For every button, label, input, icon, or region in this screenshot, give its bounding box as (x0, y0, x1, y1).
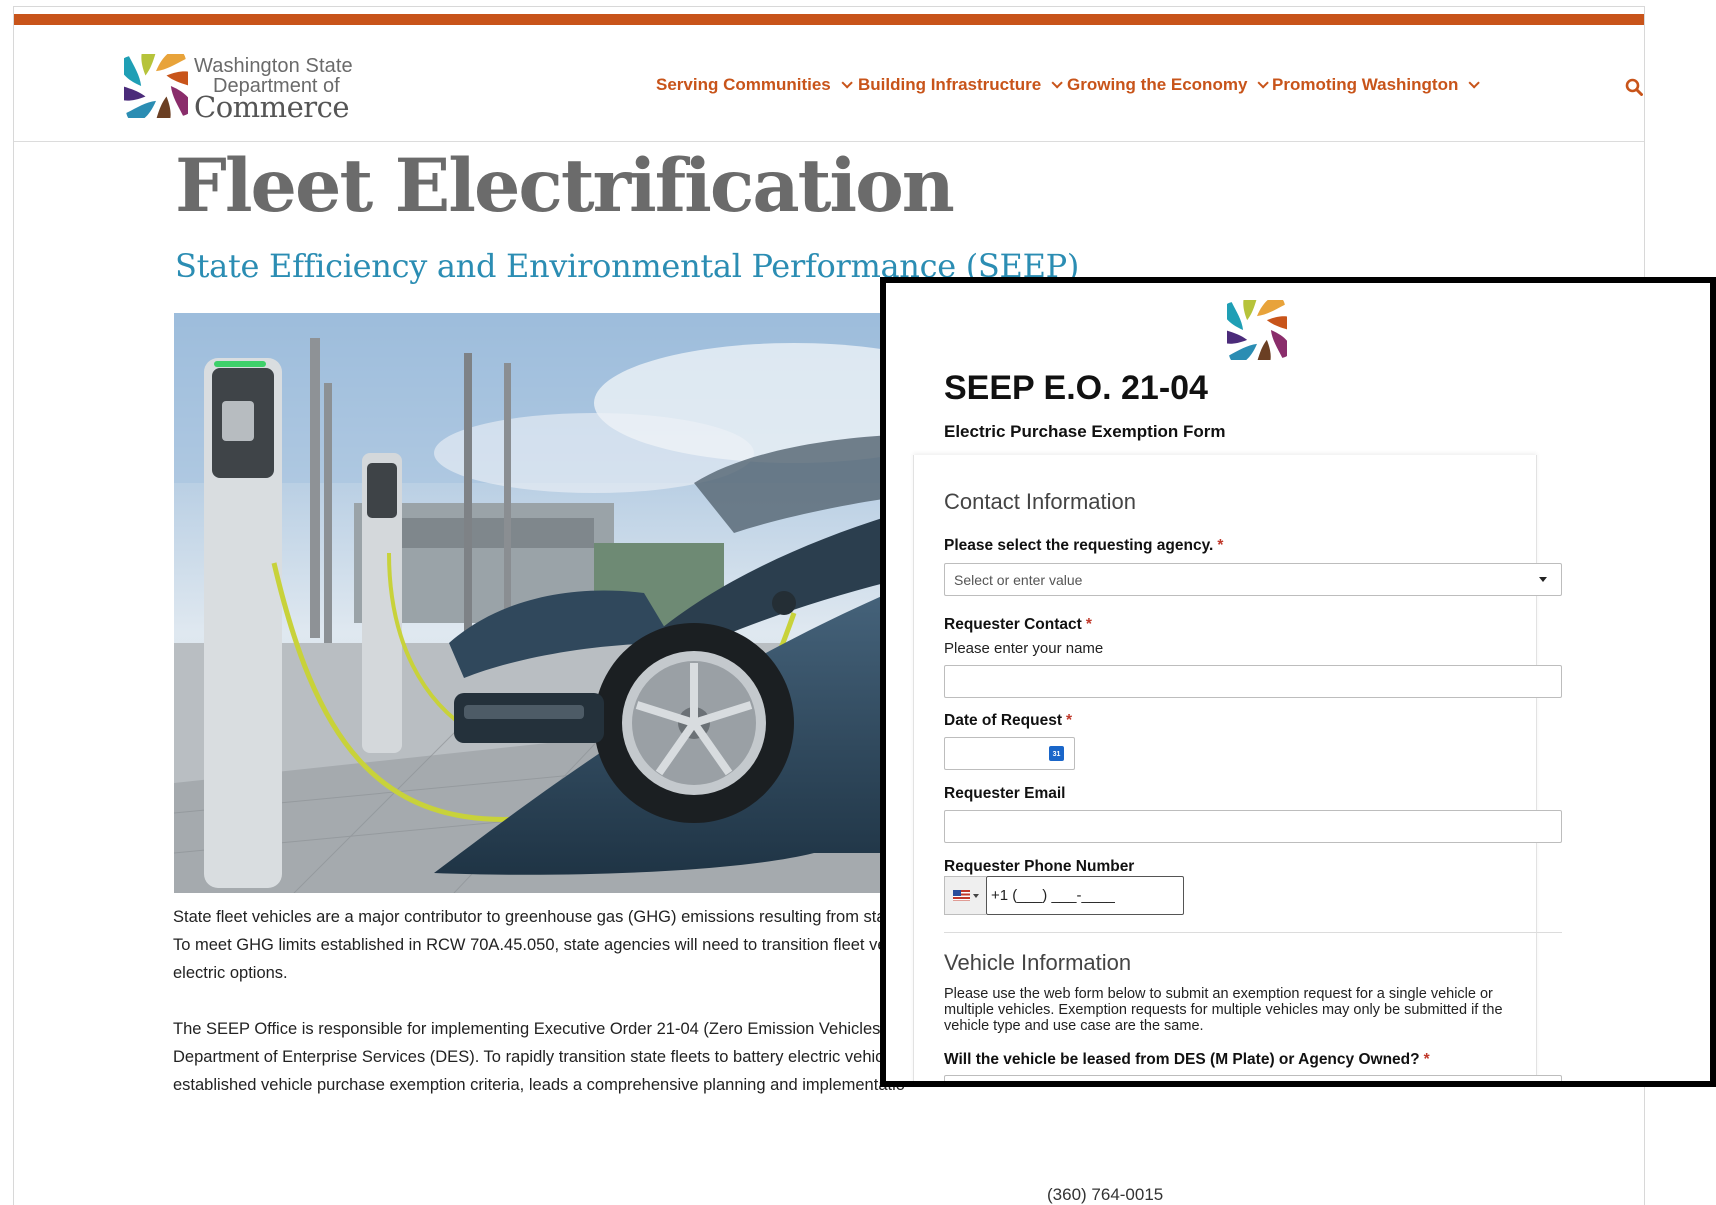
body-paragraph-1-line-1: State fleet vehicles are a major contrib… (173, 908, 900, 926)
requester-field-label: Requester Contact * (944, 616, 1092, 634)
lease-field-label: Will the vehicle be leased from DES (M P… (944, 1051, 1430, 1069)
email-field-label: Requester Email (944, 785, 1066, 802)
requester-email-input[interactable] (944, 810, 1562, 843)
required-marker: * (1217, 537, 1224, 554)
nav-label: Building Infrastructure (858, 75, 1042, 94)
phone-number-input[interactable]: +1 (___) ___-____ (986, 876, 1184, 915)
dropdown-caret-icon (972, 893, 979, 898)
agency-select-placeholder: Select or enter value (954, 571, 1083, 588)
chevron-down-icon (1468, 77, 1481, 89)
body-paragraph-1-line-3: electric options. (173, 964, 288, 982)
date-field-label: Date of Request * (944, 712, 1072, 730)
lease-label-text: Will the vehicle be leased from DES (M P… (944, 1051, 1420, 1068)
us-flag-icon (952, 890, 970, 901)
vehicle-section-heading: Vehicle Information (944, 950, 1132, 975)
body-paragraph-1-line-2: To meet GHG limits established in RCW 70… (173, 936, 908, 954)
form-subtitle: Electric Purchase Exemption Form (944, 422, 1226, 441)
body-paragraph-2-line-3: established vehicle purchase exemption c… (173, 1076, 905, 1094)
commerce-logo-icon[interactable] (124, 54, 188, 118)
site-logo-text[interactable]: Washington State Department of Commerce (194, 56, 353, 122)
agency-select[interactable]: Select or enter value (944, 563, 1562, 596)
vehicle-section-description: Please use the web form below to submit … (944, 986, 1503, 1034)
required-marker: * (1085, 616, 1092, 633)
agency-label-text: Please select the requesting agency. (944, 537, 1214, 554)
agency-field-label: Please select the requesting agency. * (944, 537, 1223, 555)
section-divider (944, 932, 1562, 933)
phone-field-label: Requester Phone Number (944, 858, 1135, 875)
logo-line-3: Commerce (194, 90, 350, 124)
commerce-logo-icon (1227, 300, 1287, 360)
contact-section-heading: Contact Information (944, 489, 1136, 514)
form-title: SEEP E.O. 21-04 (944, 369, 1208, 407)
top-accent-bar (14, 14, 1644, 25)
requester-name-input[interactable] (944, 665, 1562, 698)
nav-serving-communities[interactable]: Serving Communities (656, 75, 853, 95)
contact-phone: (360) 764-0015 (1047, 1185, 1164, 1204)
nav-label: Growing the Economy (1067, 75, 1248, 94)
logo-line-1: Washington State (194, 55, 353, 77)
site-header: Washington State Department of Commerce … (14, 25, 1644, 142)
exemption-form-panel: SEEP E.O. 21-04 Electric Purchase Exempt… (880, 277, 1716, 1087)
nav-label: Serving Communities (656, 75, 831, 94)
phone-field-group: +1 (___) ___-____ (944, 876, 1184, 915)
chevron-down-icon (841, 77, 853, 89)
requester-hint: Please enter your name (944, 640, 1104, 657)
lease-select[interactable] (944, 1075, 1562, 1081)
date-of-request-input[interactable]: 31 (944, 737, 1075, 770)
date-label-text: Date of Request (944, 712, 1062, 729)
calendar-icon[interactable]: 31 (1049, 746, 1064, 761)
chevron-down-icon (1257, 77, 1270, 89)
page-title: Fleet Electrification (175, 143, 955, 229)
search-icon[interactable] (1625, 78, 1643, 96)
chevron-down-icon (1051, 77, 1064, 89)
body-paragraph-2-line-2: Department of Enterprise Services (DES).… (173, 1048, 905, 1066)
dropdown-caret-icon (1539, 577, 1547, 582)
required-marker: * (1423, 1051, 1430, 1068)
required-marker: * (1066, 712, 1073, 729)
body-paragraph-2-line-1: The SEEP Office is responsible for imple… (173, 1020, 918, 1038)
requester-label-text: Requester Contact (944, 616, 1082, 633)
nav-growing-economy[interactable]: Growing the Economy (1067, 75, 1270, 95)
nav-building-infrastructure[interactable]: Building Infrastructure (858, 75, 1064, 95)
country-code-selector[interactable] (944, 876, 986, 915)
nav-label: Promoting Washington (1272, 75, 1459, 94)
nav-promoting-washington[interactable]: Promoting Washington (1272, 75, 1481, 95)
